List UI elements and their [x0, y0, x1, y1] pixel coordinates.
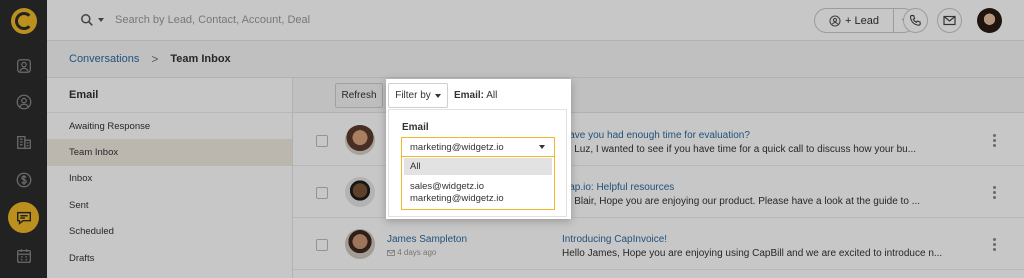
email-select[interactable]: marketing@widgetz.io: [401, 137, 555, 157]
filter-panel: Email marketing@widgetz.io All sales@wid…: [388, 109, 567, 217]
filter-by-label: Filter by: [395, 90, 431, 101]
chevron-down-icon: [434, 93, 441, 98]
chevron-down-icon: [539, 145, 545, 149]
email-filter-label: Email: [402, 122, 429, 133]
email-options-list: All sales@widgetz.io marketing@widgetz.i…: [401, 157, 555, 210]
filter-popup: Filter by Email: All Email marketing@wid…: [386, 79, 571, 219]
email-select-value: marketing@widgetz.io: [410, 141, 504, 153]
option-marketing[interactable]: marketing@widgetz.io: [402, 193, 554, 205]
option-all[interactable]: All: [404, 158, 552, 175]
filter-popup-header: Filter by Email: All: [386, 79, 571, 112]
filter-value: All: [486, 90, 498, 101]
filter-key: Email:: [454, 90, 485, 101]
filter-by-button[interactable]: Filter by: [388, 83, 448, 108]
option-sales[interactable]: sales@widgetz.io: [402, 181, 554, 193]
filter-summary: Email: All: [454, 90, 497, 101]
